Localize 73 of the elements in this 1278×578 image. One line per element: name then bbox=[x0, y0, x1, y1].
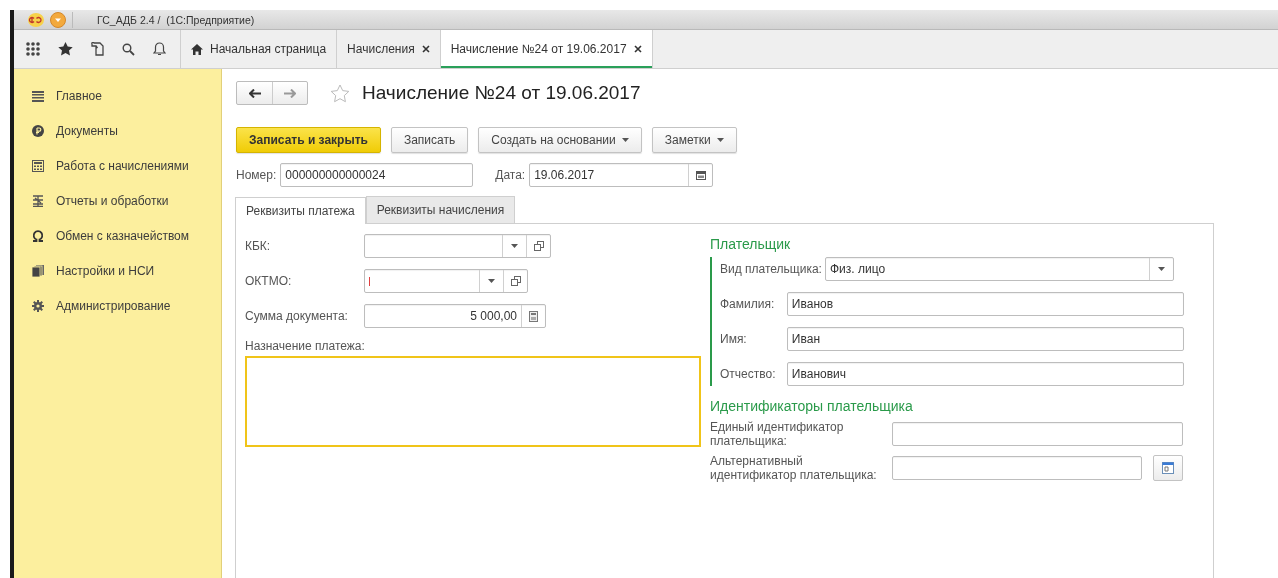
sidebar-item[interactable]: Отчеты и обработки bbox=[56, 193, 169, 208]
field-label: Номер: bbox=[236, 168, 277, 182]
lines-icon bbox=[32, 89, 44, 102]
sidebar-item[interactable]: Администрирование bbox=[56, 298, 171, 313]
input-field[interactable] bbox=[892, 456, 1142, 480]
calculator-icon bbox=[32, 159, 44, 172]
home-icon[interactable] bbox=[191, 43, 203, 55]
tab[interactable]: Начисления bbox=[337, 30, 441, 68]
field-label: Альтернативный идентификатор плательщика: bbox=[710, 454, 878, 482]
documents-icon bbox=[32, 264, 44, 277]
caret-icon bbox=[1157, 267, 1165, 271]
settings-icon bbox=[32, 299, 44, 312]
date-field[interactable]: 19.06.2017 bbox=[529, 163, 714, 187]
caret-icon bbox=[511, 244, 518, 248]
required-marker bbox=[369, 276, 370, 286]
bell-icon[interactable] bbox=[153, 42, 166, 56]
field-label: Фамилия: bbox=[720, 297, 776, 311]
sidebar-item[interactable]: Обмен с казначейством bbox=[56, 228, 190, 243]
dropdown-icon[interactable] bbox=[50, 11, 66, 28]
left-arrow-icon[interactable] bbox=[248, 88, 261, 98]
calendar-icon[interactable] bbox=[695, 170, 706, 180]
input-field[interactable]: Иванов bbox=[786, 292, 1184, 316]
logo-icon bbox=[28, 12, 44, 27]
toolbar-button[interactable]: Создать на основании bbox=[478, 127, 642, 153]
window-title: ГС_АДБ 2.4 / (1С:Предприятие) bbox=[97, 13, 255, 26]
form-icon[interactable] bbox=[1162, 462, 1174, 474]
field-label: Дата: bbox=[495, 168, 526, 182]
number-field[interactable]: 000000000000024 bbox=[280, 163, 474, 187]
right-arrow-icon[interactable] bbox=[284, 88, 296, 98]
sidebar-item[interactable]: Работа с начислениями bbox=[56, 158, 189, 173]
field-label: ОКТМО: bbox=[245, 274, 293, 288]
tab[interactable]: Реквизиты платежа bbox=[235, 197, 366, 224]
tab[interactable]: Реквизиты начисления bbox=[365, 196, 516, 223]
apps-grid-icon[interactable] bbox=[26, 42, 40, 56]
toolbar-button[interactable]: Заметки bbox=[651, 127, 737, 153]
field-label: Отчество: bbox=[720, 367, 777, 381]
star-icon[interactable] bbox=[58, 42, 73, 56]
select-field[interactable]: Физ. лицо bbox=[824, 257, 1174, 281]
field-label: КБК: bbox=[245, 239, 272, 253]
toolbar-button[interactable]: Записать bbox=[390, 127, 469, 153]
caret-icon bbox=[488, 279, 495, 283]
select-field[interactable] bbox=[364, 234, 551, 258]
field-label: Единый идентификатор плательщика: bbox=[710, 420, 845, 448]
select-button[interactable] bbox=[1153, 455, 1183, 481]
section-title: Плательщик bbox=[710, 236, 792, 252]
search-icon[interactable] bbox=[122, 42, 135, 56]
toolbar-button[interactable]: Записать и закрыть bbox=[236, 127, 381, 153]
field-label: Назначение платежа: bbox=[245, 339, 366, 353]
document-title: Начисление №24 от 19.06.2017 bbox=[362, 82, 641, 104]
close-icon[interactable] bbox=[633, 45, 642, 53]
open-icon[interactable] bbox=[533, 241, 544, 251]
coin-icon bbox=[32, 124, 44, 137]
field-label: Сумма документа: bbox=[245, 309, 349, 323]
amount-field[interactable]: 5 000,00 bbox=[364, 304, 546, 328]
star-icon[interactable] bbox=[330, 83, 350, 103]
sidebar-item[interactable]: Главное bbox=[56, 88, 102, 103]
report-icon bbox=[32, 194, 44, 207]
sidebar-item[interactable]: Документы bbox=[56, 123, 118, 138]
field-label: Вид плательщика: bbox=[720, 262, 822, 276]
omega-icon bbox=[32, 229, 44, 242]
open-icon[interactable] bbox=[510, 276, 521, 286]
input-field[interactable] bbox=[892, 422, 1183, 446]
history-icon[interactable] bbox=[91, 42, 104, 56]
calculator-icon[interactable] bbox=[529, 310, 538, 322]
field-label: Имя: bbox=[720, 332, 748, 346]
tab[interactable]: Начисление №24 от 19.06.2017 bbox=[440, 30, 653, 68]
close-icon[interactable] bbox=[421, 45, 430, 53]
input-field[interactable]: Иван bbox=[786, 327, 1184, 351]
sidebar-item[interactable]: Настройки и НСИ bbox=[56, 263, 155, 278]
tab[interactable]: Начальная страница bbox=[181, 30, 338, 68]
select-field[interactable] bbox=[364, 269, 528, 293]
input-field[interactable]: Иванович bbox=[786, 362, 1184, 386]
section-title: Идентификаторы плательщика bbox=[710, 398, 914, 414]
